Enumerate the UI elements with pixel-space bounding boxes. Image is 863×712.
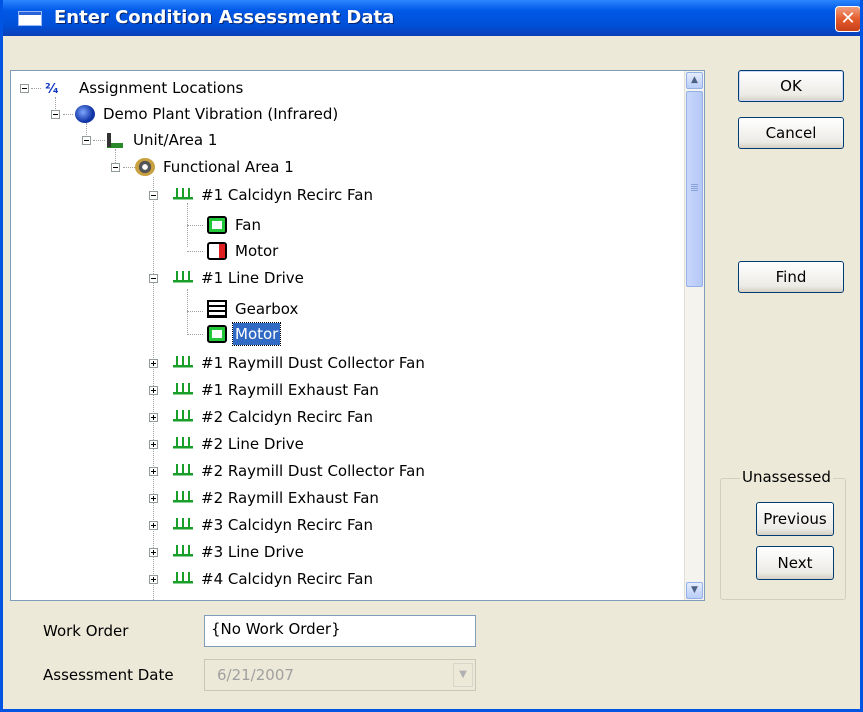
assignment-icon: ²⁄₄ xyxy=(45,82,59,97)
collapse-icon[interactable] xyxy=(82,136,91,145)
tree-item-equipment[interactable]: #3 Line Drive xyxy=(173,541,306,563)
dialog-window: Enter Condition Assessment Data ✕ ²⁄₄ As… xyxy=(0,0,863,712)
tree-item-equipment[interactable]: #2 Calcidyn Recirc Fan xyxy=(173,406,375,428)
tree-item-label: Motor xyxy=(235,242,279,260)
component-green-icon xyxy=(207,325,227,343)
tree-item-root[interactable]: ²⁄₄ Assignment Locations xyxy=(45,77,245,99)
component-green-icon xyxy=(207,216,227,234)
tree-item-label: #3 Line Drive xyxy=(201,543,304,561)
tree-item-label: Gearbox xyxy=(235,300,299,318)
equipment-icon xyxy=(173,543,193,561)
find-button[interactable]: Find xyxy=(738,261,844,293)
next-button[interactable]: Next xyxy=(756,546,834,580)
tree-item-label: Functional Area 1 xyxy=(163,158,294,176)
tree-item-equipment[interactable]: #1 Raymill Dust Collector Fan xyxy=(173,352,427,374)
title-bar[interactable]: Enter Condition Assessment Data ✕ xyxy=(3,0,860,36)
tree-item-equipment[interactable]: #1 Line Drive xyxy=(173,267,306,289)
tree-item-label: Demo Plant Vibration (Infrared) xyxy=(103,105,339,123)
plant-icon xyxy=(75,105,95,123)
unit-area-icon xyxy=(105,131,125,149)
scroll-thumb[interactable] xyxy=(686,91,703,287)
collapse-icon[interactable] xyxy=(20,84,29,93)
tree-item-component-selected[interactable]: Motor xyxy=(207,322,282,346)
tree-item-equipment[interactable]: #1 Raymill Exhaust Fan xyxy=(173,379,381,401)
tree-item-label: Fan xyxy=(235,216,261,234)
tree-item-component[interactable]: Gearbox xyxy=(207,298,300,320)
window-icon xyxy=(18,11,42,26)
tree-item-label: Motor xyxy=(231,322,282,346)
tree-item-equipment[interactable]: #2 Line Drive xyxy=(173,433,306,455)
gearbox-icon xyxy=(207,300,227,318)
tree-item-equipment[interactable]: #2 Raymill Exhaust Fan xyxy=(173,487,381,509)
tree-item-label: #2 Calcidyn Recirc Fan xyxy=(201,408,373,426)
scroll-up-icon[interactable]: ▲ xyxy=(686,72,703,89)
equipment-icon xyxy=(173,435,193,453)
assessment-date-value: 6/21/2007 xyxy=(217,666,294,684)
expand-icon[interactable] xyxy=(149,548,158,557)
tree-item-label: #1 Calcidyn Recirc Fan xyxy=(201,186,373,204)
expand-icon[interactable] xyxy=(149,440,158,449)
work-order-field[interactable]: {No Work Order} xyxy=(204,615,476,647)
tree-item-label: #2 Line Drive xyxy=(201,435,304,453)
tree-item-component[interactable]: Fan xyxy=(207,214,263,236)
tree-item-equipment[interactable]: #3 Calcidyn Recirc Fan xyxy=(173,514,375,536)
tree-item-unit-area[interactable]: Unit/Area 1 xyxy=(105,129,219,151)
equipment-icon xyxy=(173,570,193,588)
assessment-date-select: 6/21/2007 ▼ xyxy=(204,659,476,691)
expand-icon[interactable] xyxy=(149,359,158,368)
unassessed-group-label: Unassessed xyxy=(740,468,833,486)
tree-item-equipment[interactable]: #1 Calcidyn Recirc Fan xyxy=(173,184,375,206)
component-red-icon xyxy=(207,242,227,260)
tree-item-plant[interactable]: Demo Plant Vibration (Infrared) xyxy=(75,103,340,125)
tree-item-equipment[interactable]: #4 Calcidyn Recirc Fan xyxy=(173,568,375,590)
scroll-down-icon[interactable]: ▼ xyxy=(686,582,703,599)
tree-item-label: #1 Raymill Dust Collector Fan xyxy=(201,354,425,372)
tree-item-component[interactable]: Motor xyxy=(207,240,280,262)
tree-item-label: #1 Raymill Exhaust Fan xyxy=(201,381,379,399)
equipment-icon xyxy=(173,489,193,507)
expand-icon[interactable] xyxy=(149,386,158,395)
equipment-icon xyxy=(173,462,193,480)
previous-button[interactable]: Previous xyxy=(756,502,834,536)
equipment-icon xyxy=(173,186,193,204)
collapse-icon[interactable] xyxy=(51,110,60,119)
tree-scrollbar[interactable]: ▲ ▼ xyxy=(684,71,704,600)
close-button[interactable]: ✕ xyxy=(835,6,860,32)
ok-button[interactable]: OK xyxy=(738,70,844,102)
tree-item-functional-area[interactable]: Functional Area 1 xyxy=(135,156,296,178)
expand-icon[interactable] xyxy=(149,467,158,476)
tree-item-label: #4 Calcidyn Recirc Fan xyxy=(201,570,373,588)
tree-item-label: #2 Raymill Dust Collector Fan xyxy=(201,462,425,480)
chevron-down-icon: ▼ xyxy=(453,663,473,687)
equipment-icon xyxy=(173,381,193,399)
expand-icon[interactable] xyxy=(149,413,158,422)
tree-item-label: Unit/Area 1 xyxy=(133,131,218,149)
tree-item-label: #1 Line Drive xyxy=(201,269,304,287)
unassessed-group xyxy=(720,478,846,600)
collapse-icon[interactable] xyxy=(149,191,158,200)
equipment-icon xyxy=(173,516,193,534)
equipment-icon xyxy=(173,269,193,287)
assessment-tree[interactable]: ²⁄₄ Assignment Locations Demo Plant Vibr… xyxy=(10,70,705,601)
tree-item-label: #2 Raymill Exhaust Fan xyxy=(201,489,379,507)
expand-icon[interactable] xyxy=(149,521,158,530)
tree-item-equipment[interactable]: #2 Raymill Dust Collector Fan xyxy=(173,460,427,482)
cancel-button[interactable]: Cancel xyxy=(738,117,844,149)
expand-icon[interactable] xyxy=(149,494,158,503)
equipment-icon xyxy=(173,408,193,426)
expand-icon[interactable] xyxy=(149,575,158,584)
work-order-label: Work Order xyxy=(43,622,129,640)
gears-icon xyxy=(135,158,155,176)
collapse-icon[interactable] xyxy=(111,163,120,172)
equipment-icon xyxy=(173,354,193,372)
assessment-date-label: Assessment Date xyxy=(43,666,174,684)
window-title: Enter Condition Assessment Data xyxy=(54,7,395,28)
collapse-icon[interactable] xyxy=(149,274,158,283)
tree-item-label: #3 Calcidyn Recirc Fan xyxy=(201,516,373,534)
tree-item-label: Assignment Locations xyxy=(79,79,244,97)
